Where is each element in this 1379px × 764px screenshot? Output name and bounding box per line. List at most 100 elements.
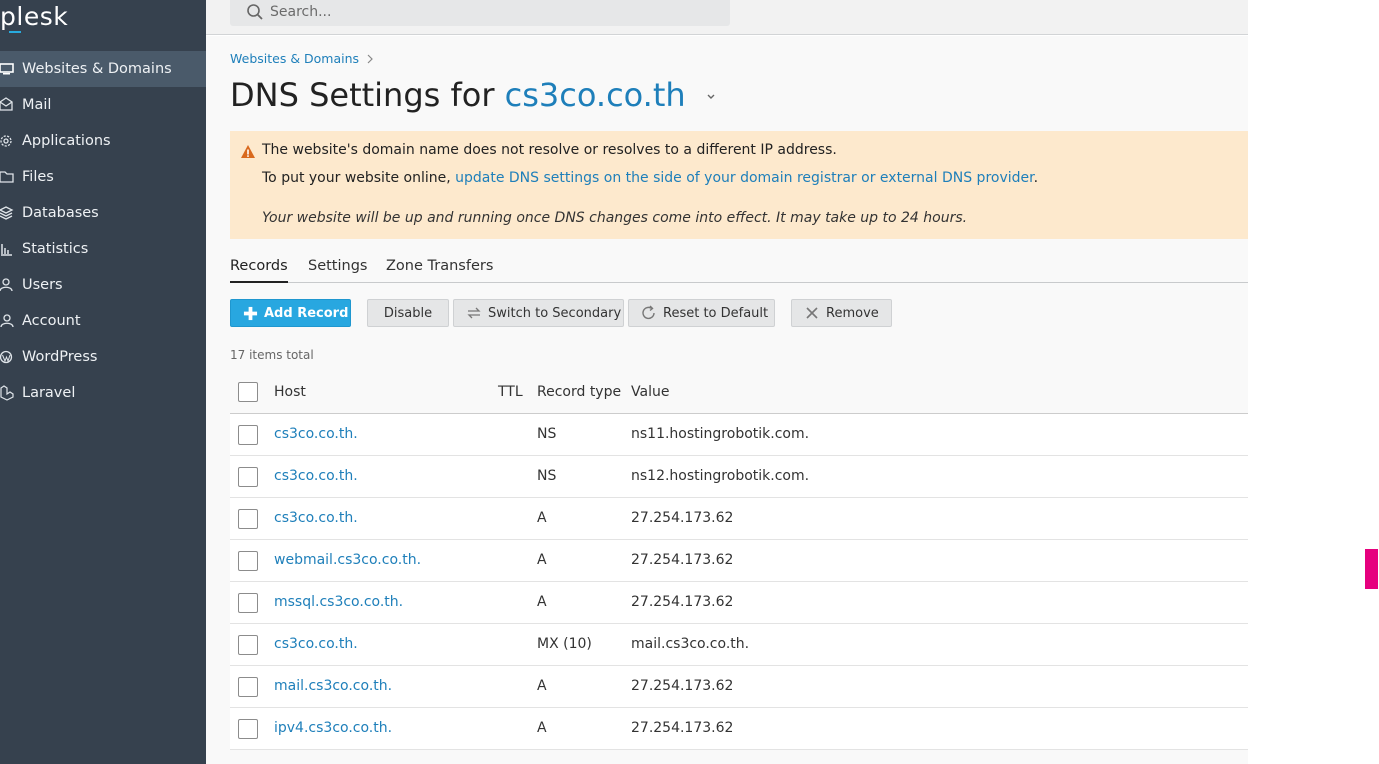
- plus-icon: [243, 306, 258, 320]
- sidebar-nav: Websites & Domains Mail Applications Fil…: [0, 51, 206, 411]
- table-row: cs3co.co.th. NS ns12.hostingrobotik.com.: [230, 456, 1248, 498]
- sidebar-item-statistics[interactable]: Statistics: [0, 231, 206, 267]
- sidebar-item-label: Mail: [22, 97, 52, 113]
- row-checkbox[interactable]: [238, 551, 258, 571]
- row-checkbox[interactable]: [238, 719, 258, 739]
- sidebar-item-label: Files: [22, 169, 54, 185]
- record-type: NS: [537, 426, 557, 442]
- record-host-link[interactable]: cs3co.co.th.: [274, 468, 358, 484]
- row-checkbox[interactable]: [238, 635, 258, 655]
- page-title-prefix: DNS Settings for: [230, 76, 495, 114]
- column-value[interactable]: Value: [631, 384, 669, 400]
- record-host-link[interactable]: ipv4.cs3co.co.th.: [274, 720, 392, 736]
- tab-bar: Records Settings Zone Transfers: [230, 258, 1248, 283]
- user-icon: [0, 278, 13, 292]
- record-host-link[interactable]: mail.cs3co.co.th.: [274, 678, 392, 694]
- gear-icon: [0, 135, 12, 147]
- row-checkbox[interactable]: [238, 467, 258, 487]
- warning-note: Your website will be up and running once…: [262, 210, 968, 226]
- record-type: A: [537, 594, 547, 610]
- sidebar-item-applications[interactable]: Applications: [0, 123, 206, 159]
- table-header: Host TTL Record type Value: [230, 372, 1248, 414]
- warning-instruction-text: To put your website online,: [262, 170, 451, 186]
- sidebar-item-laravel[interactable]: Laravel: [0, 375, 206, 411]
- record-value: 27.254.173.62: [631, 510, 734, 526]
- header-bar: [206, 0, 1248, 35]
- folder-icon: [0, 171, 14, 183]
- table-row: mail.cs3co.co.th. A 27.254.173.62: [230, 666, 1248, 708]
- dns-warning-banner: The website's domain name does not resol…: [230, 131, 1248, 239]
- items-count: 17 items total: [230, 348, 314, 362]
- sidebar-item-label: Statistics: [22, 241, 89, 257]
- tab-settings[interactable]: Settings: [308, 258, 367, 283]
- row-checkbox[interactable]: [238, 425, 258, 445]
- main-content: Websites & Domains DNS Settings for cs3c…: [206, 36, 1248, 764]
- record-value: ns11.hostingrobotik.com.: [631, 426, 810, 442]
- monitor-icon: [0, 63, 14, 75]
- logo-text: plesk: [0, 2, 69, 31]
- plesk-logo[interactable]: plesk: [0, 0, 206, 52]
- record-host-link[interactable]: cs3co.co.th.: [274, 426, 358, 442]
- record-type: A: [537, 510, 547, 526]
- sidebar-item-databases[interactable]: Databases: [0, 195, 206, 231]
- row-checkbox[interactable]: [238, 509, 258, 529]
- record-host-link[interactable]: cs3co.co.th.: [274, 510, 358, 526]
- search-input[interactable]: [270, 2, 710, 22]
- column-host[interactable]: Host: [274, 384, 306, 400]
- switch-to-secondary-button[interactable]: Switch to Secondary: [453, 299, 624, 327]
- bar-chart-icon: [1, 244, 12, 256]
- record-host-link[interactable]: webmail.cs3co.co.th.: [274, 552, 421, 568]
- sidebar-item-wordpress[interactable]: WordPress: [0, 339, 206, 375]
- record-host-link[interactable]: cs3co.co.th.: [274, 636, 358, 652]
- reset-to-default-button[interactable]: Reset to Default: [628, 299, 775, 327]
- add-record-label: Add Record: [264, 305, 349, 321]
- sidebar-item-files[interactable]: Files: [0, 159, 206, 195]
- warning-icon: [241, 145, 255, 158]
- tab-zone-transfers[interactable]: Zone Transfers: [386, 258, 493, 283]
- laravel-icon: [0, 385, 14, 401]
- record-type: NS: [537, 468, 557, 484]
- domain-switcher[interactable]: cs3co.co.th: [505, 76, 686, 114]
- table-row: cs3co.co.th. NS ns11.hostingrobotik.com.: [230, 414, 1248, 456]
- warning-instruction-suffix: .: [1033, 170, 1039, 186]
- disable-button[interactable]: Disable: [367, 299, 449, 327]
- database-icon: [0, 206, 14, 220]
- remove-icon: [806, 307, 818, 319]
- mail-icon: [0, 97, 13, 111]
- add-record-button[interactable]: Add Record: [230, 299, 351, 327]
- sidebar-item-label: Websites & Domains: [22, 61, 172, 77]
- column-ttl[interactable]: TTL: [498, 384, 523, 400]
- breadcrumb-link-websites-domains[interactable]: Websites & Domains: [230, 51, 359, 66]
- record-value: ns12.hostingrobotik.com.: [631, 468, 810, 484]
- tab-records[interactable]: Records: [230, 258, 288, 283]
- magenta-marker: [1365, 549, 1378, 589]
- row-checkbox[interactable]: [238, 677, 258, 697]
- page-title: DNS Settings for cs3co.co.th: [230, 76, 716, 114]
- warning-message: The website's domain name does not resol…: [262, 142, 837, 158]
- sidebar-item-users[interactable]: Users: [0, 267, 206, 303]
- column-record-type[interactable]: Record type: [537, 384, 621, 400]
- record-type: A: [537, 720, 547, 736]
- disable-label: Disable: [383, 305, 433, 321]
- chevron-down-icon[interactable]: [706, 93, 716, 101]
- remove-button[interactable]: Remove: [791, 299, 892, 327]
- sidebar: plesk Websites & Domains Mail Applicatio…: [0, 0, 206, 764]
- record-host-link[interactable]: mssql.cs3co.co.th.: [274, 594, 403, 610]
- record-type: A: [537, 552, 547, 568]
- select-all-checkbox[interactable]: [238, 382, 258, 402]
- reset-icon: [642, 305, 655, 320]
- account-icon: [0, 314, 14, 328]
- switch-icon: [467, 307, 481, 319]
- table-body: cs3co.co.th. NS ns11.hostingrobotik.com. cs…: [230, 414, 1248, 750]
- row-checkbox[interactable]: [238, 593, 258, 613]
- table-row: mssql.cs3co.co.th. A 27.254.173.62: [230, 582, 1248, 624]
- record-type: MX (10): [537, 636, 592, 652]
- breadcrumb: Websites & Domains: [230, 51, 373, 66]
- record-value: 27.254.173.62: [631, 594, 734, 610]
- sidebar-item-mail[interactable]: Mail: [0, 87, 206, 123]
- right-margin: [1248, 0, 1379, 764]
- record-value: 27.254.173.62: [631, 678, 734, 694]
- update-dns-link[interactable]: update DNS settings on the side of your …: [455, 170, 1033, 186]
- sidebar-item-account[interactable]: Account: [0, 303, 206, 339]
- sidebar-item-websites-domains[interactable]: Websites & Domains: [0, 51, 206, 87]
